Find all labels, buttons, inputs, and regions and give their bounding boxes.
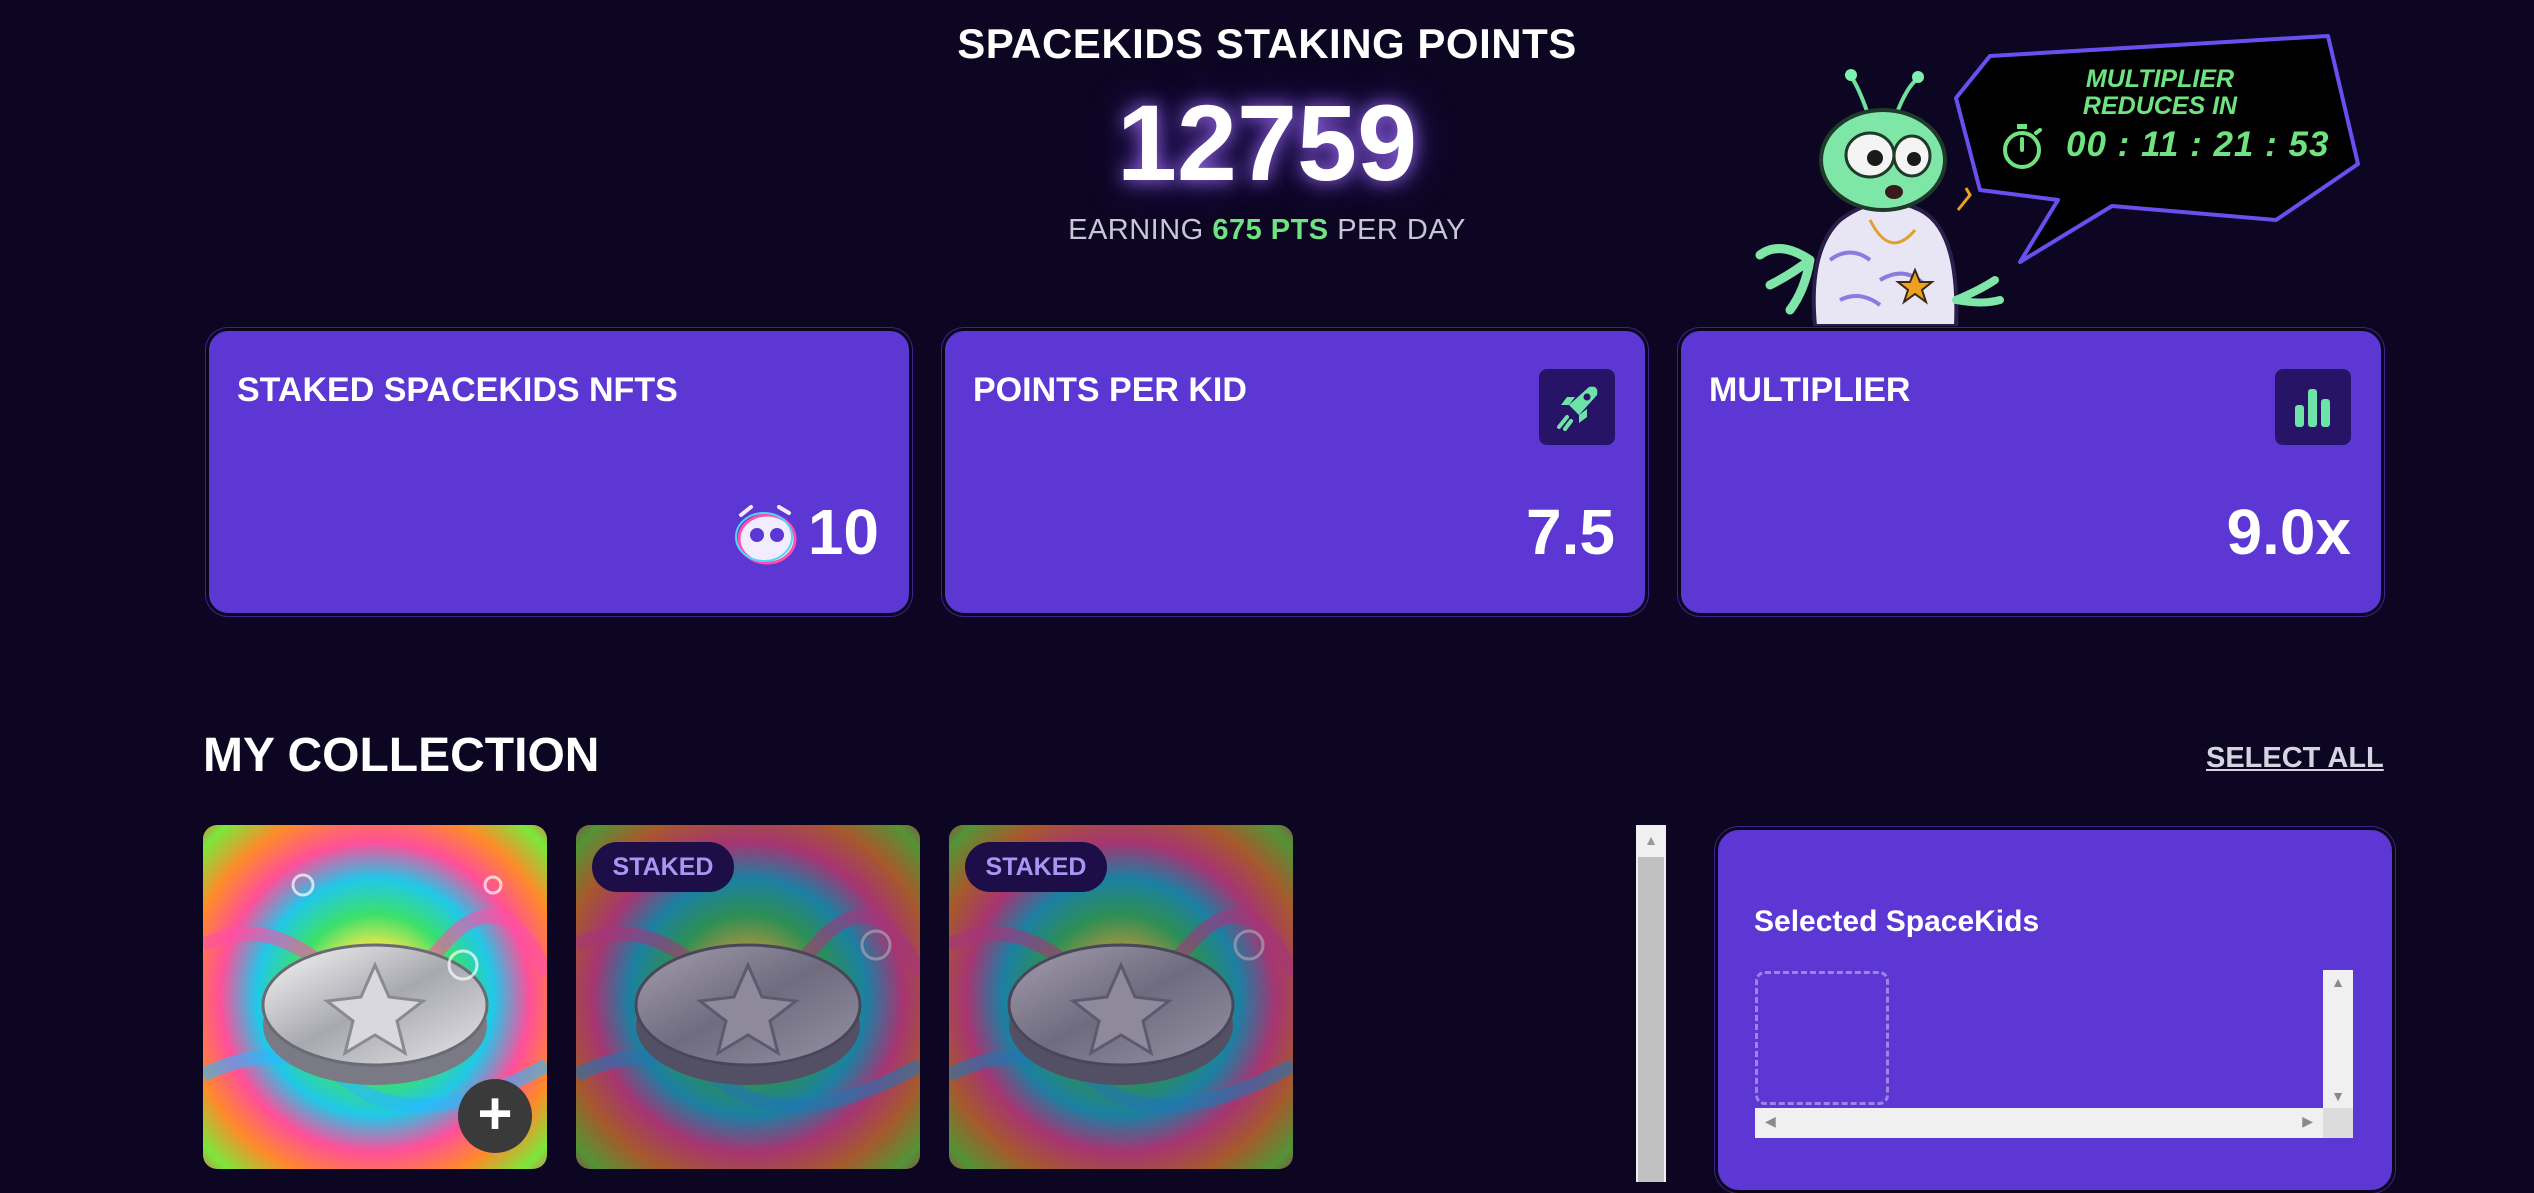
multiplier-value: 9.0x [2226,496,2351,568]
card-title: MULTIPLIER [1709,371,1911,409]
staked-count: 10 [807,496,879,568]
spacekid-face-icon [735,505,797,565]
multiplier-banner-line1: MULTIPLIER [2085,65,2235,93]
points-per-kid-card: POINTS PER KID 7.5 [942,328,1648,616]
selected-panel-title: Selected SpaceKids [1754,905,2040,938]
scroll-up-arrow-icon[interactable]: ▲ [1636,825,1666,855]
earning-suffix: PER DAY [1337,214,1466,246]
card-title: POINTS PER KID [973,371,1247,409]
selection-horizontal-scrollbar[interactable]: ◀ ▶ [1755,1108,2323,1138]
scroll-up-arrow-icon[interactable]: ▲ [2323,974,2353,990]
scroll-down-arrow-icon[interactable]: ▼ [2323,1088,2353,1104]
multiplier-banner-title: MULTIPLIER REDUCES IN [2020,66,2300,120]
staked-badge: STAKED [592,842,734,892]
card-title: STAKED SPACEKIDS NFTS [237,371,678,409]
empty-selection-slot [1755,971,1889,1105]
stopwatch-icon [2003,124,2042,169]
staked-badge: STAKED [965,842,1107,892]
multiplier-card: MULTIPLIER 9.0x [1678,328,2384,616]
rocket-icon [1539,369,1615,445]
points-per-kid-value: 7.5 [1526,496,1615,568]
bar-chart-icon [2275,369,2351,445]
earning-value: 675 PTS [1212,214,1329,246]
earning-prefix: EARNING [1068,214,1204,246]
selection-vertical-scrollbar[interactable]: ▲ ▼ [2323,970,2353,1108]
select-all-link[interactable]: SELECT ALL [2206,742,2384,775]
nft-card[interactable]: STAKED [576,825,920,1169]
nft-card[interactable]: + [203,825,547,1169]
multiplier-banner-line2: REDUCES IN [2082,92,2238,120]
scroll-right-arrow-icon[interactable]: ▶ [2302,1113,2313,1130]
staked-nfts-card: STAKED SPACEKIDS NFTS 10 [206,328,912,616]
collection-scrollbar[interactable]: ▲ [1636,825,1666,1182]
scrollbar-corner [2323,1108,2353,1138]
multiplier-countdown: 00 : 11 : 21 : 53 [2066,125,2330,164]
add-to-selection-button[interactable]: + [458,1079,532,1153]
scrollbar-thumb[interactable] [1638,857,1664,1182]
scroll-left-arrow-icon[interactable]: ◀ [1765,1113,1776,1130]
collection-title: MY COLLECTION [203,729,600,782]
nft-card[interactable]: STAKED [949,825,1293,1169]
